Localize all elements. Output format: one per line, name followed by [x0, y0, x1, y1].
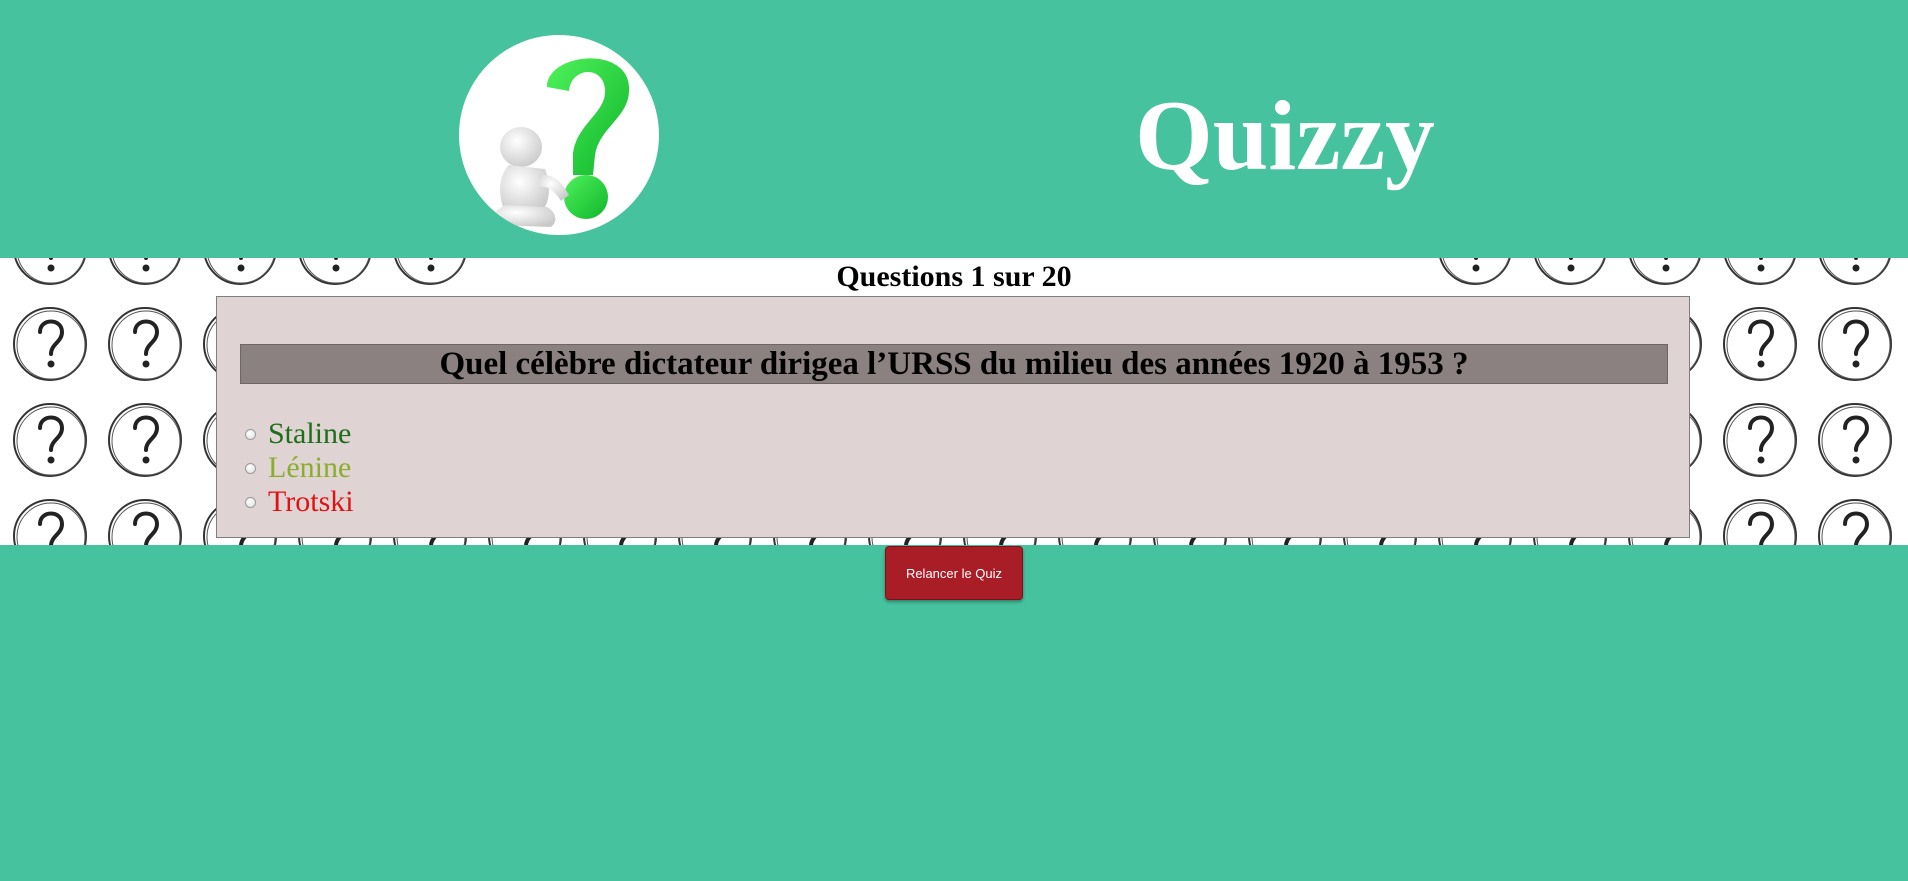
- restart-quiz-button[interactable]: Relancer le Quiz: [885, 546, 1023, 600]
- answer-option[interactable]: Lénine: [245, 451, 354, 485]
- answer-option-label[interactable]: Lénine: [268, 451, 351, 485]
- answer-radio[interactable]: [245, 428, 256, 440]
- answer-option-label[interactable]: Trotski: [268, 485, 354, 519]
- question-text: Quel célèbre dictateur dirigea l’URSS du…: [240, 344, 1668, 384]
- answer-radio[interactable]: [245, 496, 256, 508]
- answer-options: Staline Lénine Trotski: [245, 417, 354, 519]
- answer-radio[interactable]: [245, 462, 256, 474]
- question-counter: Questions 1 sur 20: [836, 260, 1072, 293]
- answer-option-label[interactable]: Staline: [268, 417, 351, 451]
- quiz-card: Quel célèbre dictateur dirigea l’URSS du…: [216, 296, 1690, 538]
- answer-option[interactable]: Staline: [245, 417, 354, 451]
- answer-option[interactable]: Trotski: [245, 485, 354, 519]
- app-header: Quizzy: [0, 0, 1908, 258]
- question-mark-person-icon: [459, 35, 659, 235]
- app-title: Quizzy: [1135, 80, 1435, 191]
